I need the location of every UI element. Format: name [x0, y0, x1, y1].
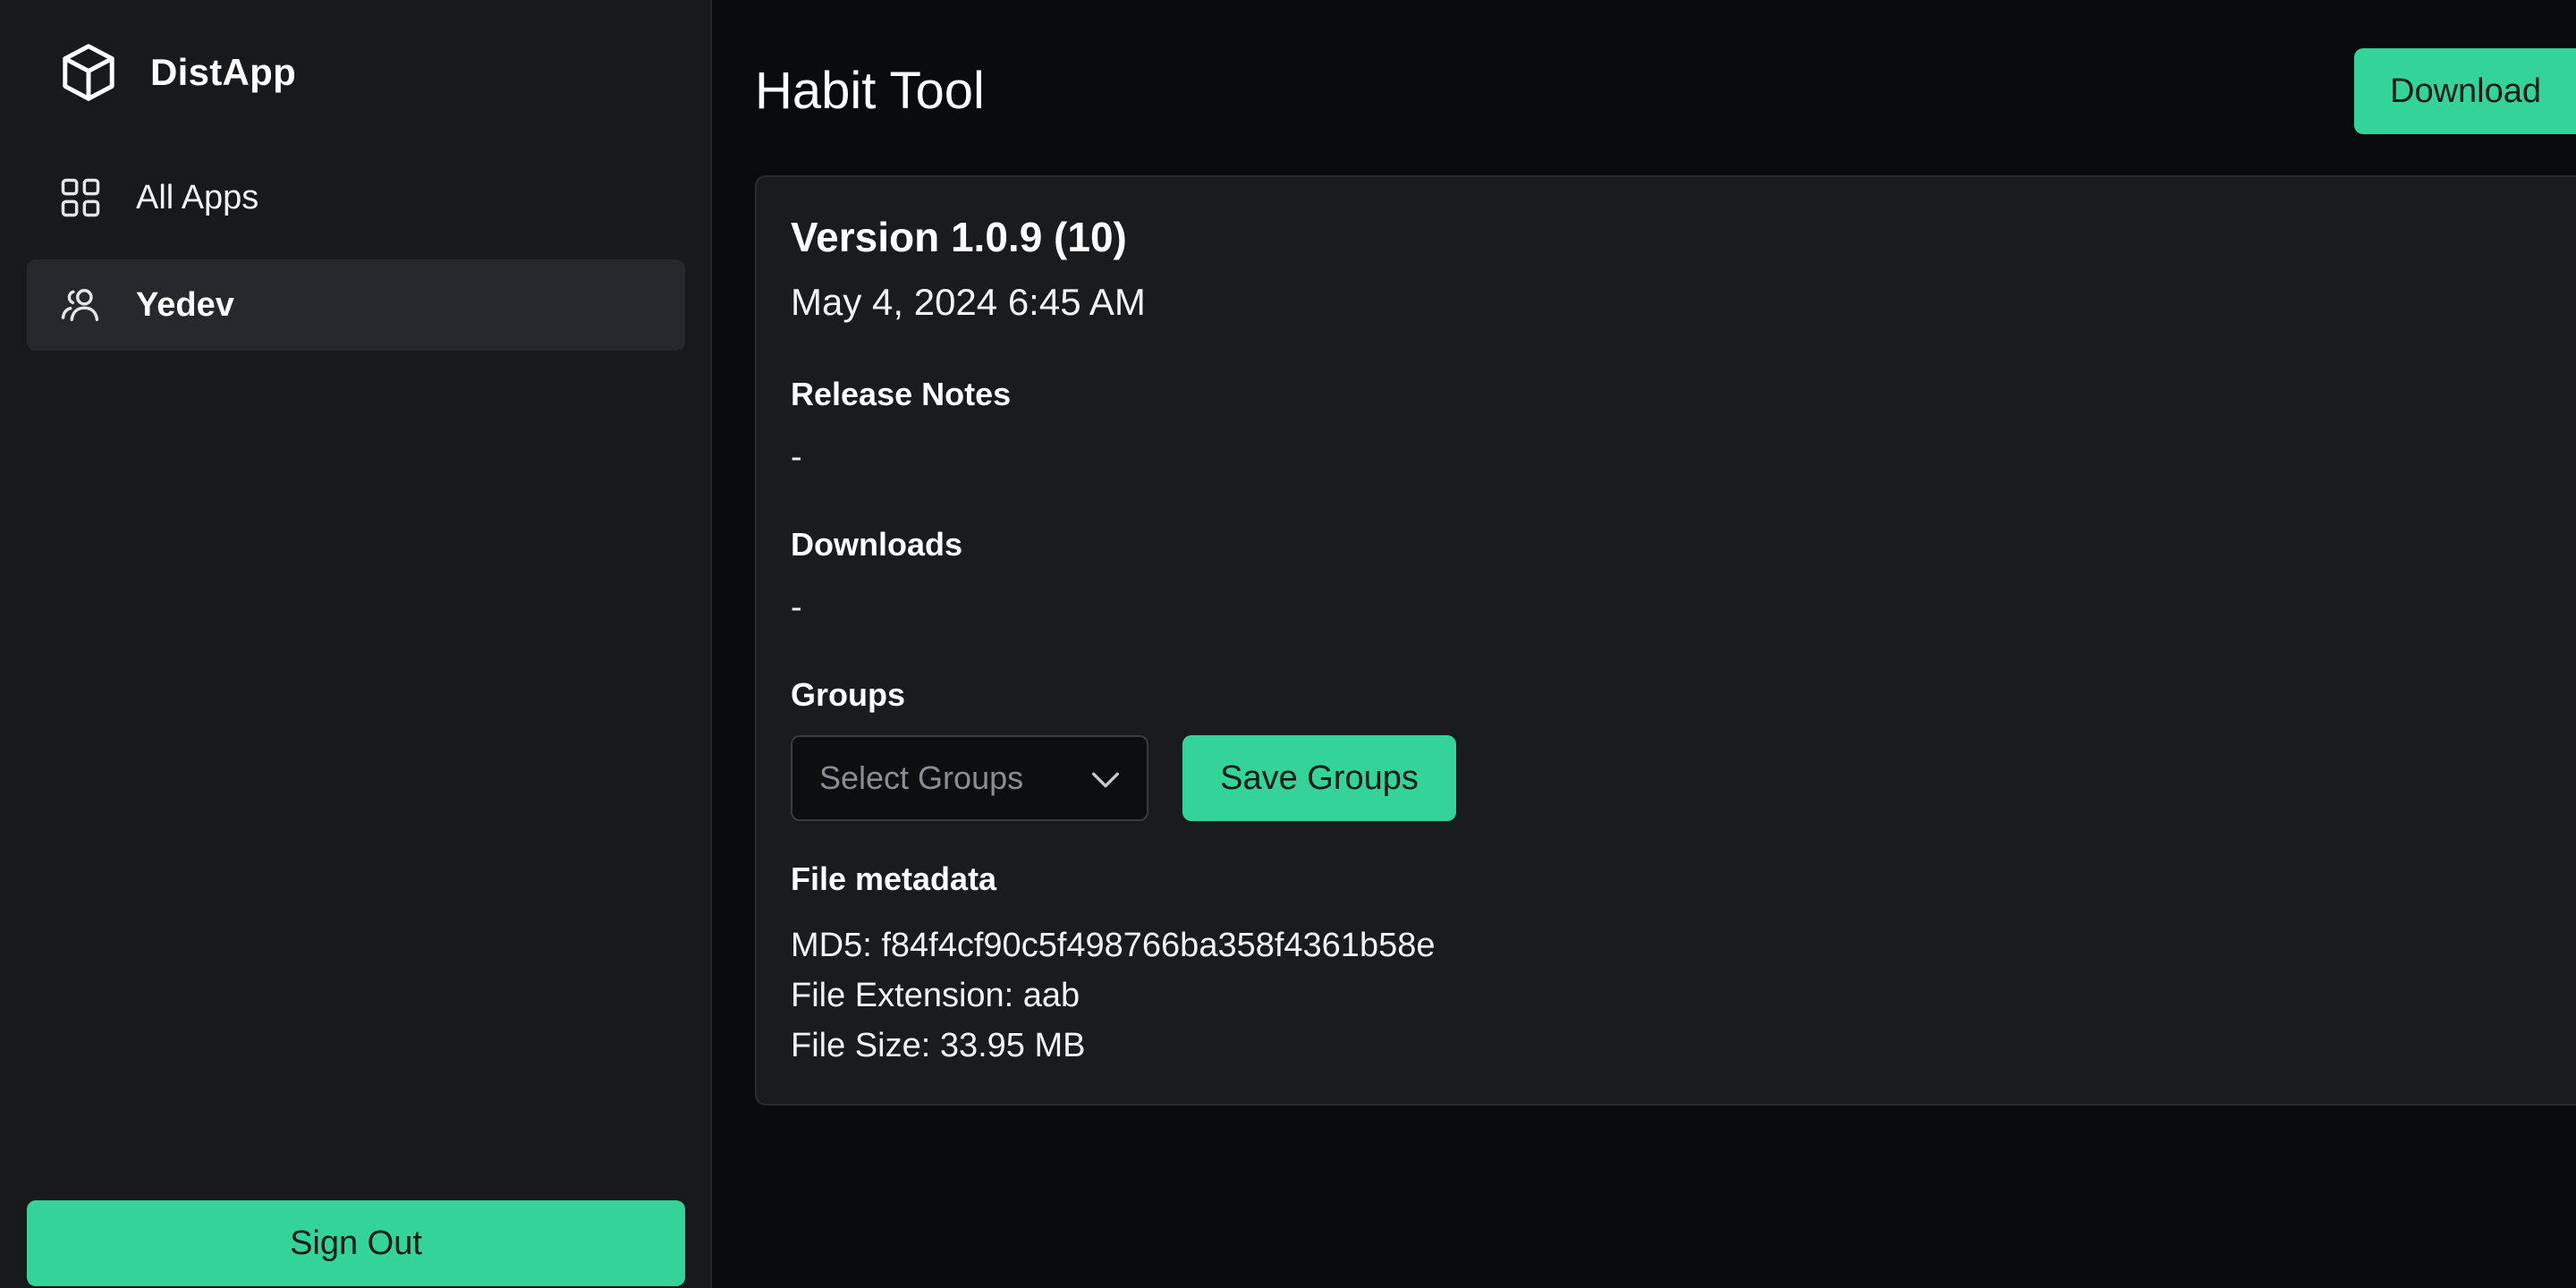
md5-value: MD5: f84f4cf90c5f498766ba358f4361b58e — [791, 927, 1436, 964]
download-button[interactable]: Download — [2354, 48, 2576, 134]
page-title: Habit Tool — [755, 62, 985, 120]
groups-select[interactable]: Select Groups — [791, 735, 1148, 821]
version-title: Version 1.0.9 (10) — [791, 214, 1127, 260]
groups-select-placeholder: Select Groups — [819, 759, 1024, 796]
downloads-label: Downloads — [791, 526, 963, 563]
sidebar-item-label: All Apps — [136, 178, 259, 216]
file-extension-value: File Extension: aab — [791, 977, 1080, 1014]
sidebar: DistApp All Apps Yedev Sign Out — [0, 0, 712, 1288]
save-groups-button[interactable]: Save Groups — [1182, 735, 1456, 821]
file-size-value: File Size: 33.95 MB — [791, 1027, 1086, 1064]
sidebar-item-all-apps[interactable]: All Apps — [27, 152, 685, 243]
grid-icon — [61, 178, 100, 217]
downloads-value: - — [791, 589, 802, 626]
release-card: Version 1.0.9 (10) May 4, 2024 6:45 AM R… — [755, 175, 2576, 1106]
users-icon — [61, 289, 99, 321]
groups-label: Groups — [791, 676, 906, 713]
brand-name: DistApp — [150, 51, 297, 93]
sign-out-button[interactable]: Sign Out — [27, 1200, 685, 1286]
release-notes-value: - — [791, 438, 802, 476]
sidebar-item-label: Yedev — [136, 285, 234, 324]
release-notes-label: Release Notes — [791, 376, 1012, 412]
main-content: Habit Tool Download Version 1.0.9 (10) M… — [714, 0, 2576, 1288]
release-date: May 4, 2024 6:45 AM — [791, 281, 1146, 323]
chevron-down-icon — [1092, 772, 1119, 788]
sidebar-item-yedev[interactable]: Yedev — [27, 259, 685, 351]
brand[interactable]: DistApp — [55, 39, 296, 106]
file-metadata-label: File metadata — [791, 860, 997, 897]
cube-logo-icon — [63, 44, 114, 101]
